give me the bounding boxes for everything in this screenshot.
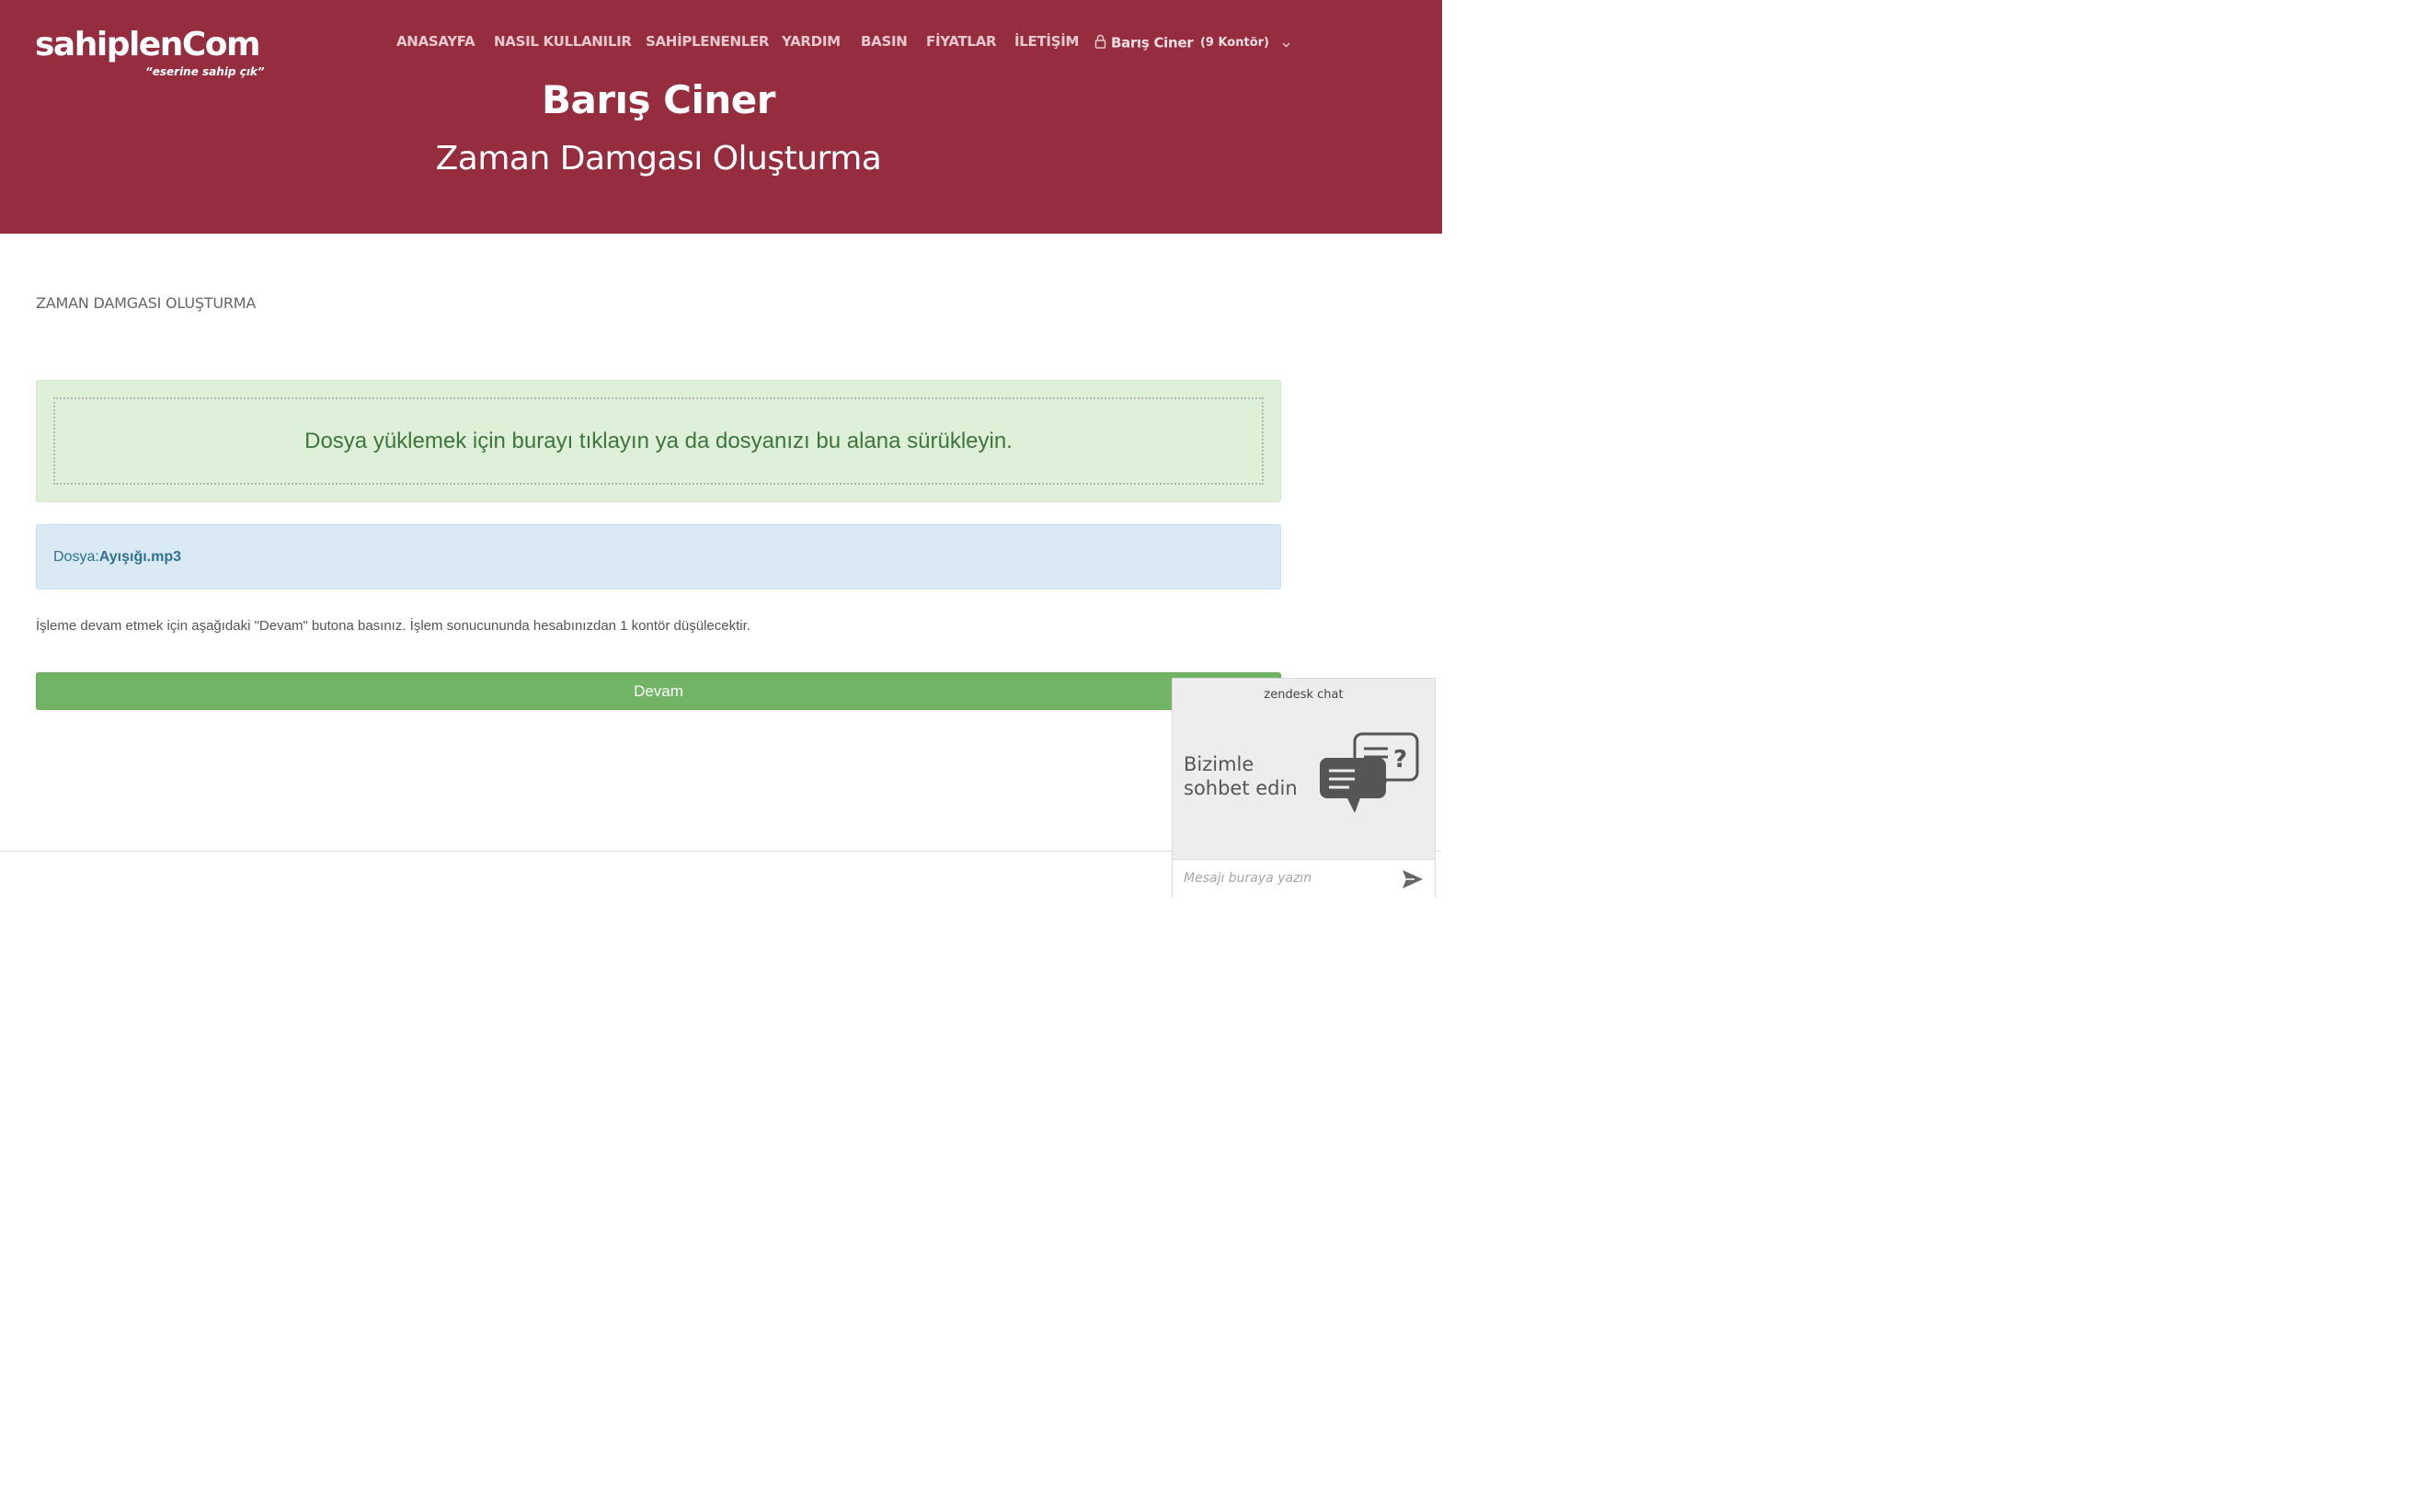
chat-message-input[interactable]: Mesajı buraya yazın [1173, 859, 1435, 898]
send-icon[interactable] [1402, 869, 1424, 894]
page-hero-subtitle: Zaman Damgası Oluşturma [435, 140, 882, 178]
instruction-text: İşleme devam etmek için aşağıdaki "Devam… [36, 618, 750, 634]
logo-tagline: “eserine sahip çık” [145, 65, 265, 78]
file-info-box: Dosya: Ayışığı.mp3 [36, 524, 1281, 590]
file-label: Dosya: [53, 548, 99, 565]
chat-brand: zendesk chat [1264, 688, 1344, 702]
nav-item-basin[interactable]: BASIN [861, 33, 908, 50]
section-title: ZAMAN DAMGASI OLUŞTURMA [36, 294, 257, 312]
file-name: Ayışığı.mp3 [98, 548, 182, 565]
chevron-down-icon [1282, 34, 1290, 52]
svg-text:?: ? [1393, 746, 1407, 773]
file-dropzone[interactable]: Dosya yüklemek için burayı tıklayın ya d… [36, 380, 1281, 502]
dropzone-border: Dosya yüklemek için burayı tıklayın ya d… [53, 397, 1264, 485]
chat-widget[interactable]: zendesk chat Bizimle sohbet edin ? Mesaj… [1172, 678, 1436, 898]
user-menu[interactable]: Barış Ciner (9 Kontör) [1094, 33, 1290, 55]
nav-item-fiyatlar[interactable]: FİYATLAR [926, 33, 997, 50]
nav-item-anasayfa[interactable]: ANASAYFA [396, 33, 475, 50]
lock-icon [1094, 34, 1106, 52]
chat-bubble-icon: ? [1318, 730, 1419, 823]
user-credits: (9 Kontör) [1199, 36, 1269, 50]
nav-item-nasil-kullanilir[interactable]: NASIL KULLANILIR [494, 33, 632, 50]
page-hero-title: Barış Ciner [542, 77, 775, 122]
site-header: sahiplenCom “eserine sahip çık” ANASAYFA… [0, 0, 1442, 234]
chat-input-placeholder: Mesajı buraya yazın [1184, 871, 1312, 886]
nav-item-iletisim[interactable]: İLETİŞİM [1014, 33, 1079, 50]
dropzone-text: Dosya yüklemek için burayı tıklayın ya d… [304, 428, 1013, 453]
continue-button[interactable]: Devam [36, 672, 1281, 710]
logo-wordmark: sahiplenCom [35, 26, 261, 63]
chat-greeting: Bizimle sohbet edin [1184, 753, 1298, 799]
user-name: Barış Ciner [1111, 34, 1194, 52]
nav-item-yardim[interactable]: YARDIM [782, 33, 841, 50]
nav-item-sahiplenenler[interactable]: SAHİPLENENLER [646, 33, 769, 50]
site-logo[interactable]: sahiplenCom “eserine sahip çık” [35, 20, 265, 85]
